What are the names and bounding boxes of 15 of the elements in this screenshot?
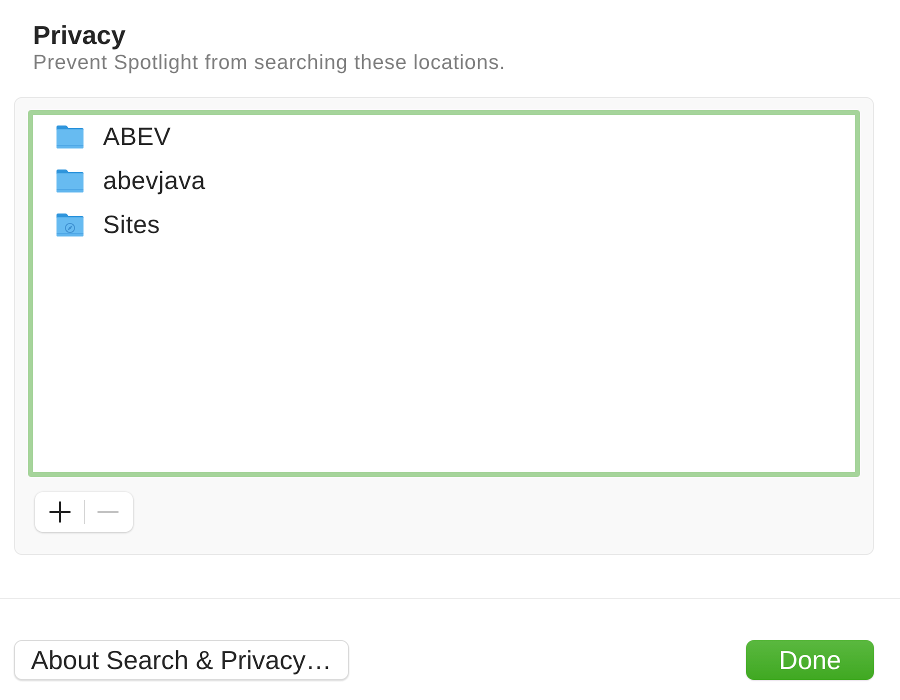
add-button[interactable]: [48, 500, 72, 524]
plus-icon: [49, 501, 71, 523]
folder-icon: [55, 168, 85, 194]
section-description: Prevent Spotlight from searching these locations.: [33, 51, 506, 75]
folder-icon: [55, 124, 85, 150]
section-title: Privacy: [33, 20, 126, 50]
about-search-privacy-button[interactable]: About Search & Privacy…: [14, 640, 349, 680]
minus-icon: [97, 510, 119, 514]
location-row[interactable]: ABEV: [33, 115, 855, 159]
compass-folder-icon: [55, 212, 85, 238]
location-row[interactable]: Sites: [33, 203, 855, 247]
location-row[interactable]: abevjava: [33, 159, 855, 203]
location-name: abevjava: [103, 166, 206, 196]
location-name: ABEV: [103, 122, 171, 152]
location-name: Sites: [103, 210, 160, 240]
